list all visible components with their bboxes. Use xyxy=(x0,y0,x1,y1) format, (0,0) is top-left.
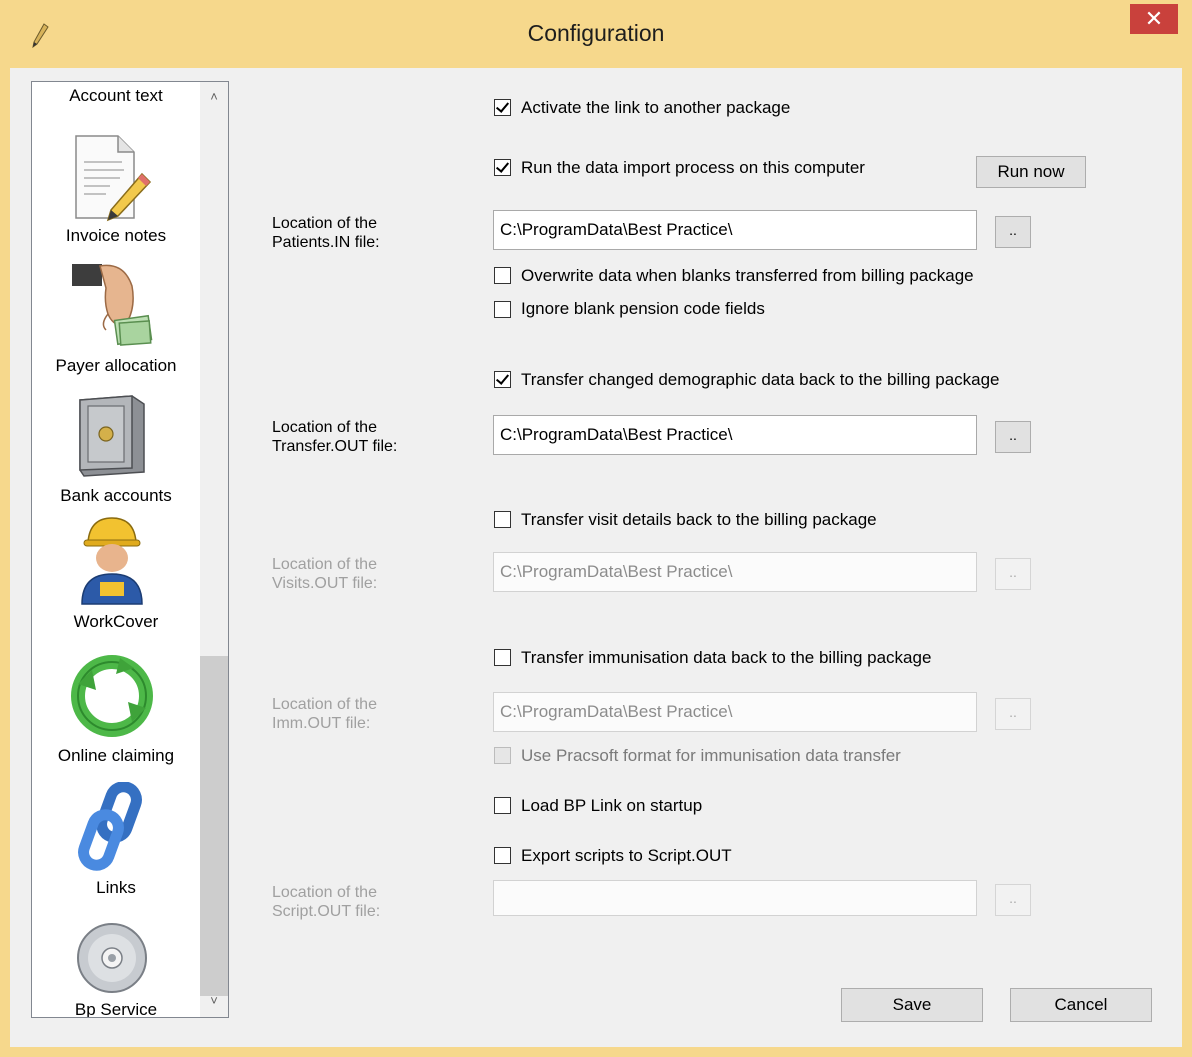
patients-in-browse-button[interactable]: .. xyxy=(995,216,1031,248)
run-import-checkbox[interactable] xyxy=(494,159,511,176)
imm-out-path-input: C:\ProgramData\Best Practice\ xyxy=(493,692,977,732)
sidebar-item-bank-accounts[interactable]: Bank accounts xyxy=(32,378,200,508)
worker-icon xyxy=(81,517,143,605)
sidebar-item-links[interactable]: Links xyxy=(32,768,200,898)
patients-in-location-label: Location of the Patients.IN file: xyxy=(272,215,380,251)
sidebar: ˄ ˅ Account text Invoice notes Payer all… xyxy=(31,81,229,1018)
hand-money-icon xyxy=(72,264,153,346)
save-button[interactable]: Save xyxy=(841,988,983,1022)
run-import-label[interactable]: Run the data import process on this comp… xyxy=(521,158,865,178)
script-out-path-input xyxy=(493,880,977,916)
transfer-demographic-checkbox[interactable] xyxy=(494,371,511,388)
load-bp-link-label[interactable]: Load BP Link on startup xyxy=(521,796,702,816)
cancel-button[interactable]: Cancel xyxy=(1010,988,1152,1022)
transfer-out-browse-button[interactable]: .. xyxy=(995,421,1031,453)
activate-link-label[interactable]: Activate the link to another package xyxy=(521,98,790,118)
title-bar: Configuration ✕ xyxy=(0,0,1192,68)
activate-link-checkbox[interactable] xyxy=(494,99,511,116)
pracsoft-format-checkbox xyxy=(494,747,511,764)
sidebar-item-workcover[interactable]: WorkCover xyxy=(32,508,200,638)
client-area: ˄ ˅ Account text Invoice notes Payer all… xyxy=(10,68,1182,1047)
sidebar-item-label: Online claiming xyxy=(57,746,175,765)
scroll-down-icon[interactable]: ˅ xyxy=(200,990,228,1012)
pracsoft-format-label: Use Pracsoft format for immunisation dat… xyxy=(521,746,901,765)
sidebar-item-label: Bank accounts xyxy=(60,486,172,505)
sidebar-item-label: WorkCover xyxy=(73,612,159,631)
run-now-button[interactable]: Run now xyxy=(976,156,1086,188)
sidebar-item-label: Bp Service xyxy=(74,1000,158,1018)
overwrite-blanks-label[interactable]: Overwrite data when blanks transferred f… xyxy=(521,266,974,286)
document-pencil-icon xyxy=(75,135,152,222)
load-bp-link-checkbox[interactable] xyxy=(494,797,511,814)
ignore-pension-checkbox[interactable] xyxy=(494,301,511,318)
visits-out-path-input: C:\ProgramData\Best Practice\ xyxy=(493,552,977,592)
sidebar-item-label: Account text xyxy=(69,86,163,105)
visits-out-location-label: Location of the Visits.OUT file: xyxy=(272,556,378,592)
scroll-up-icon[interactable]: ˄ xyxy=(200,86,228,108)
disc-icon xyxy=(77,923,147,993)
transfer-imm-checkbox[interactable] xyxy=(494,649,511,666)
export-scripts-checkbox[interactable] xyxy=(494,847,511,864)
visits-out-browse-button: .. xyxy=(995,558,1031,590)
scrollbar-thumb[interactable] xyxy=(200,656,228,996)
window-title: Configuration xyxy=(527,20,665,46)
sidebar-item-invoice-notes[interactable]: Invoice notes xyxy=(32,118,200,248)
sidebar-item-account-text[interactable]: Account text xyxy=(32,82,200,112)
imm-out-location-label: Location of the Imm.OUT file: xyxy=(272,696,377,732)
safe-icon xyxy=(79,395,145,477)
imm-out-browse-button: .. xyxy=(995,698,1031,730)
script-out-location-label: Location of the Script.OUT file: xyxy=(272,884,381,920)
recycle-arrows-icon xyxy=(71,655,153,737)
transfer-out-path-input[interactable]: C:\ProgramData\Best Practice\ xyxy=(493,415,977,455)
sidebar-item-label: Invoice notes xyxy=(65,226,167,245)
transfer-visits-label[interactable]: Transfer visit details back to the billi… xyxy=(521,510,877,530)
transfer-demographic-label[interactable]: Transfer changed demographic data back t… xyxy=(521,370,1000,390)
chain-link-icon xyxy=(78,782,142,871)
sidebar-item-label: Links xyxy=(96,878,136,897)
script-out-browse-button: .. xyxy=(995,884,1031,916)
sidebar-item-bp-service[interactable]: Bp Service xyxy=(32,898,200,1017)
transfer-out-location-label: Location of the Transfer.OUT file: xyxy=(272,419,398,455)
sidebar-item-online-claiming[interactable]: Online claiming xyxy=(32,638,200,768)
export-scripts-label[interactable]: Export scripts to Script.OUT xyxy=(521,846,732,866)
ignore-pension-label[interactable]: Ignore blank pension code fields xyxy=(521,299,765,319)
transfer-visits-checkbox[interactable] xyxy=(494,511,511,528)
patients-in-path-input[interactable]: C:\ProgramData\Best Practice\ xyxy=(493,210,977,250)
close-button[interactable]: ✕ xyxy=(1130,4,1178,34)
overwrite-blanks-checkbox[interactable] xyxy=(494,267,511,284)
sidebar-item-payer-allocation[interactable]: Payer allocation xyxy=(32,248,200,378)
transfer-imm-label[interactable]: Transfer immunisation data back to the b… xyxy=(521,648,931,668)
sidebar-item-label: Payer allocation xyxy=(55,356,177,375)
